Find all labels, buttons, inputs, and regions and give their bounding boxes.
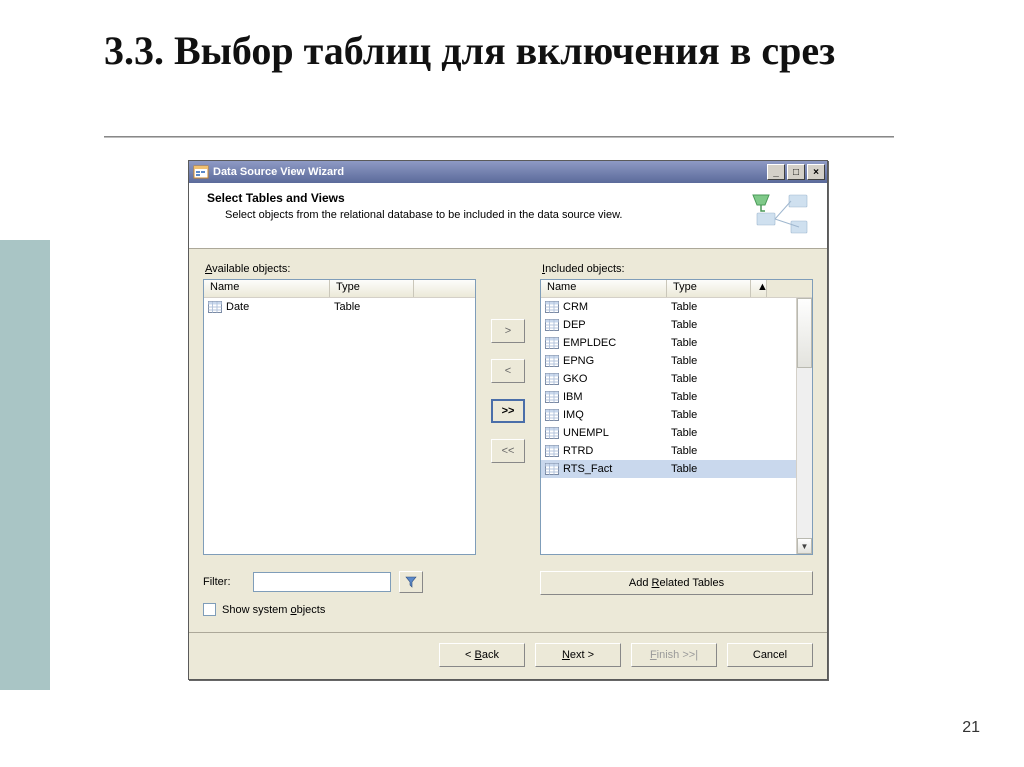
available-objects-list[interactable]: Name Type DateTable [203, 279, 476, 555]
table-icon [545, 463, 559, 475]
slide-accent [0, 240, 50, 690]
finish-button[interactable]: Finish >>| [631, 643, 717, 667]
col-name-header[interactable]: Name [204, 280, 330, 297]
table-row[interactable]: IBMTable [541, 388, 796, 406]
scroll-header-spacer: ▲ [751, 280, 767, 297]
table-row[interactable]: CRMTable [541, 298, 796, 316]
wizard-step-title: Select Tables and Views [207, 191, 815, 205]
filter-label: Filter: [203, 576, 245, 588]
table-icon [545, 373, 559, 385]
table-row[interactable]: UNEMPLTable [541, 424, 796, 442]
move-all-right-button[interactable]: >> [491, 399, 525, 423]
table-icon [545, 355, 559, 367]
table-row[interactable]: RTS_FactTable [541, 460, 796, 478]
title-underline [104, 136, 894, 139]
add-related-tables-button[interactable]: Add Related Tables [540, 571, 813, 595]
show-system-objects-label: Show system objects [222, 604, 325, 616]
included-objects-label: Included objects: [542, 263, 813, 275]
table-icon [545, 427, 559, 439]
table-row[interactable]: IMQTable [541, 406, 796, 424]
table-row[interactable]: EMPLDECTable [541, 334, 796, 352]
table-icon [545, 391, 559, 403]
checkbox-icon [203, 603, 216, 616]
filter-input[interactable] [253, 572, 391, 592]
table-row[interactable]: DEPTable [541, 316, 796, 334]
wizard-header-graphic [751, 191, 815, 239]
wizard-header: Select Tables and Views Select objects f… [189, 183, 827, 249]
wizard-footer: < Back Next > Finish >>| Cancel [189, 633, 827, 679]
table-icon [545, 319, 559, 331]
wizard-step-subtitle: Select objects from the relational datab… [225, 209, 645, 223]
move-right-button[interactable]: > [491, 319, 525, 343]
table-icon [545, 409, 559, 421]
table-row[interactable]: EPNGTable [541, 352, 796, 370]
col-type-header[interactable]: Type [330, 280, 414, 297]
filter-apply-button[interactable] [399, 571, 423, 593]
available-objects-label: Available objects: [205, 263, 476, 275]
window-title: Data Source View Wizard [213, 166, 765, 178]
minimize-button[interactable]: _ [767, 164, 785, 180]
table-row[interactable]: RTRDTable [541, 442, 796, 460]
scrollbar-thumb[interactable] [797, 298, 812, 368]
close-button[interactable]: × [807, 164, 825, 180]
included-objects-list[interactable]: Name Type ▲ CRMTableDEPTableEMPLDECTable… [540, 279, 813, 555]
table-icon [545, 445, 559, 457]
next-button[interactable]: Next > [535, 643, 621, 667]
list-header: Name Type ▲ [541, 280, 812, 298]
col-type-header[interactable]: Type [667, 280, 751, 297]
page-number: 21 [962, 719, 980, 737]
move-left-button[interactable]: < [491, 359, 525, 383]
table-icon [545, 337, 559, 349]
wizard-window: Data Source View Wizard _ □ × Select Tab… [188, 160, 828, 680]
window-icon [193, 164, 209, 180]
back-button[interactable]: < Back [439, 643, 525, 667]
cancel-button[interactable]: Cancel [727, 643, 813, 667]
scroll-down-button[interactable]: ▼ [797, 538, 812, 554]
table-icon [545, 301, 559, 313]
move-all-left-button[interactable]: << [491, 439, 525, 463]
list-header: Name Type [204, 280, 475, 298]
col-name-header[interactable]: Name [541, 280, 667, 297]
maximize-button[interactable]: □ [787, 164, 805, 180]
table-row[interactable]: GKOTable [541, 370, 796, 388]
titlebar[interactable]: Data Source View Wizard _ □ × [189, 161, 827, 183]
show-system-objects-checkbox[interactable]: Show system objects [203, 603, 476, 616]
scrollbar[interactable]: ▼ [796, 298, 812, 554]
slide-title: 3.3. Выбор таблиц для включения в срез [104, 28, 835, 74]
table-icon [208, 301, 222, 313]
table-row[interactable]: DateTable [204, 298, 475, 316]
